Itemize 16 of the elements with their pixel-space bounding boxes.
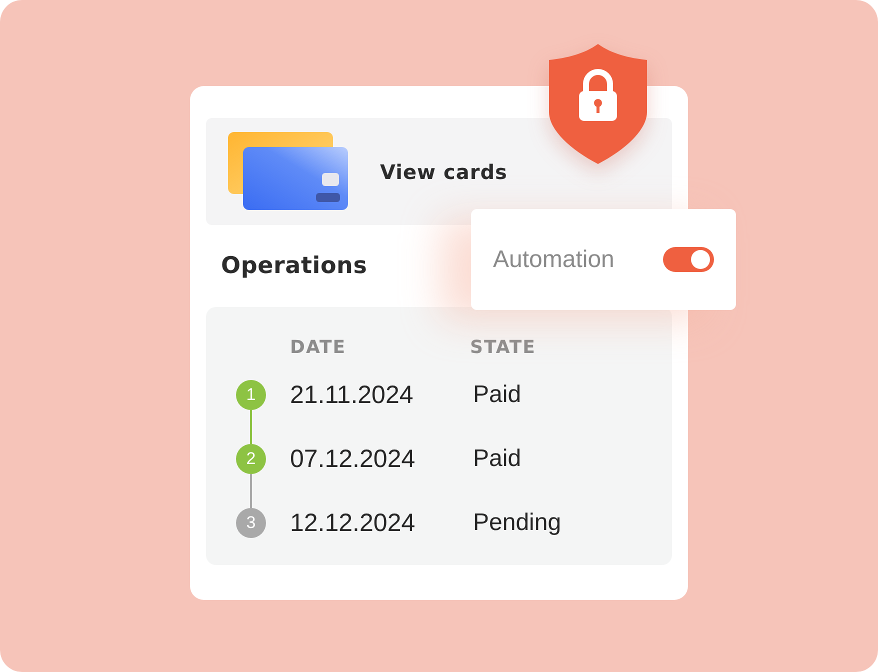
state-cell: Pending [473, 509, 562, 537]
column-header: DATE [290, 337, 348, 360]
view-cards-label: View cards [380, 160, 508, 184]
column-header: STATE [470, 337, 536, 360]
state-cell: Paid [473, 445, 522, 473]
state-cell: Paid [473, 381, 522, 409]
step-number: 2 [236, 444, 266, 474]
date-cell-text: 07.12.2024 [290, 444, 416, 474]
step-number: 1 [236, 380, 266, 410]
step-number: 3 [236, 508, 266, 538]
date-cell-text: 21.11.2024 [290, 380, 414, 410]
credit-cards-icon [228, 132, 350, 212]
automation-toggle[interactable] [663, 247, 714, 272]
date-cell-text: 12.12.2024 [290, 508, 416, 538]
operations-title: Operations [221, 252, 368, 281]
automation-label: Automation [493, 246, 614, 274]
